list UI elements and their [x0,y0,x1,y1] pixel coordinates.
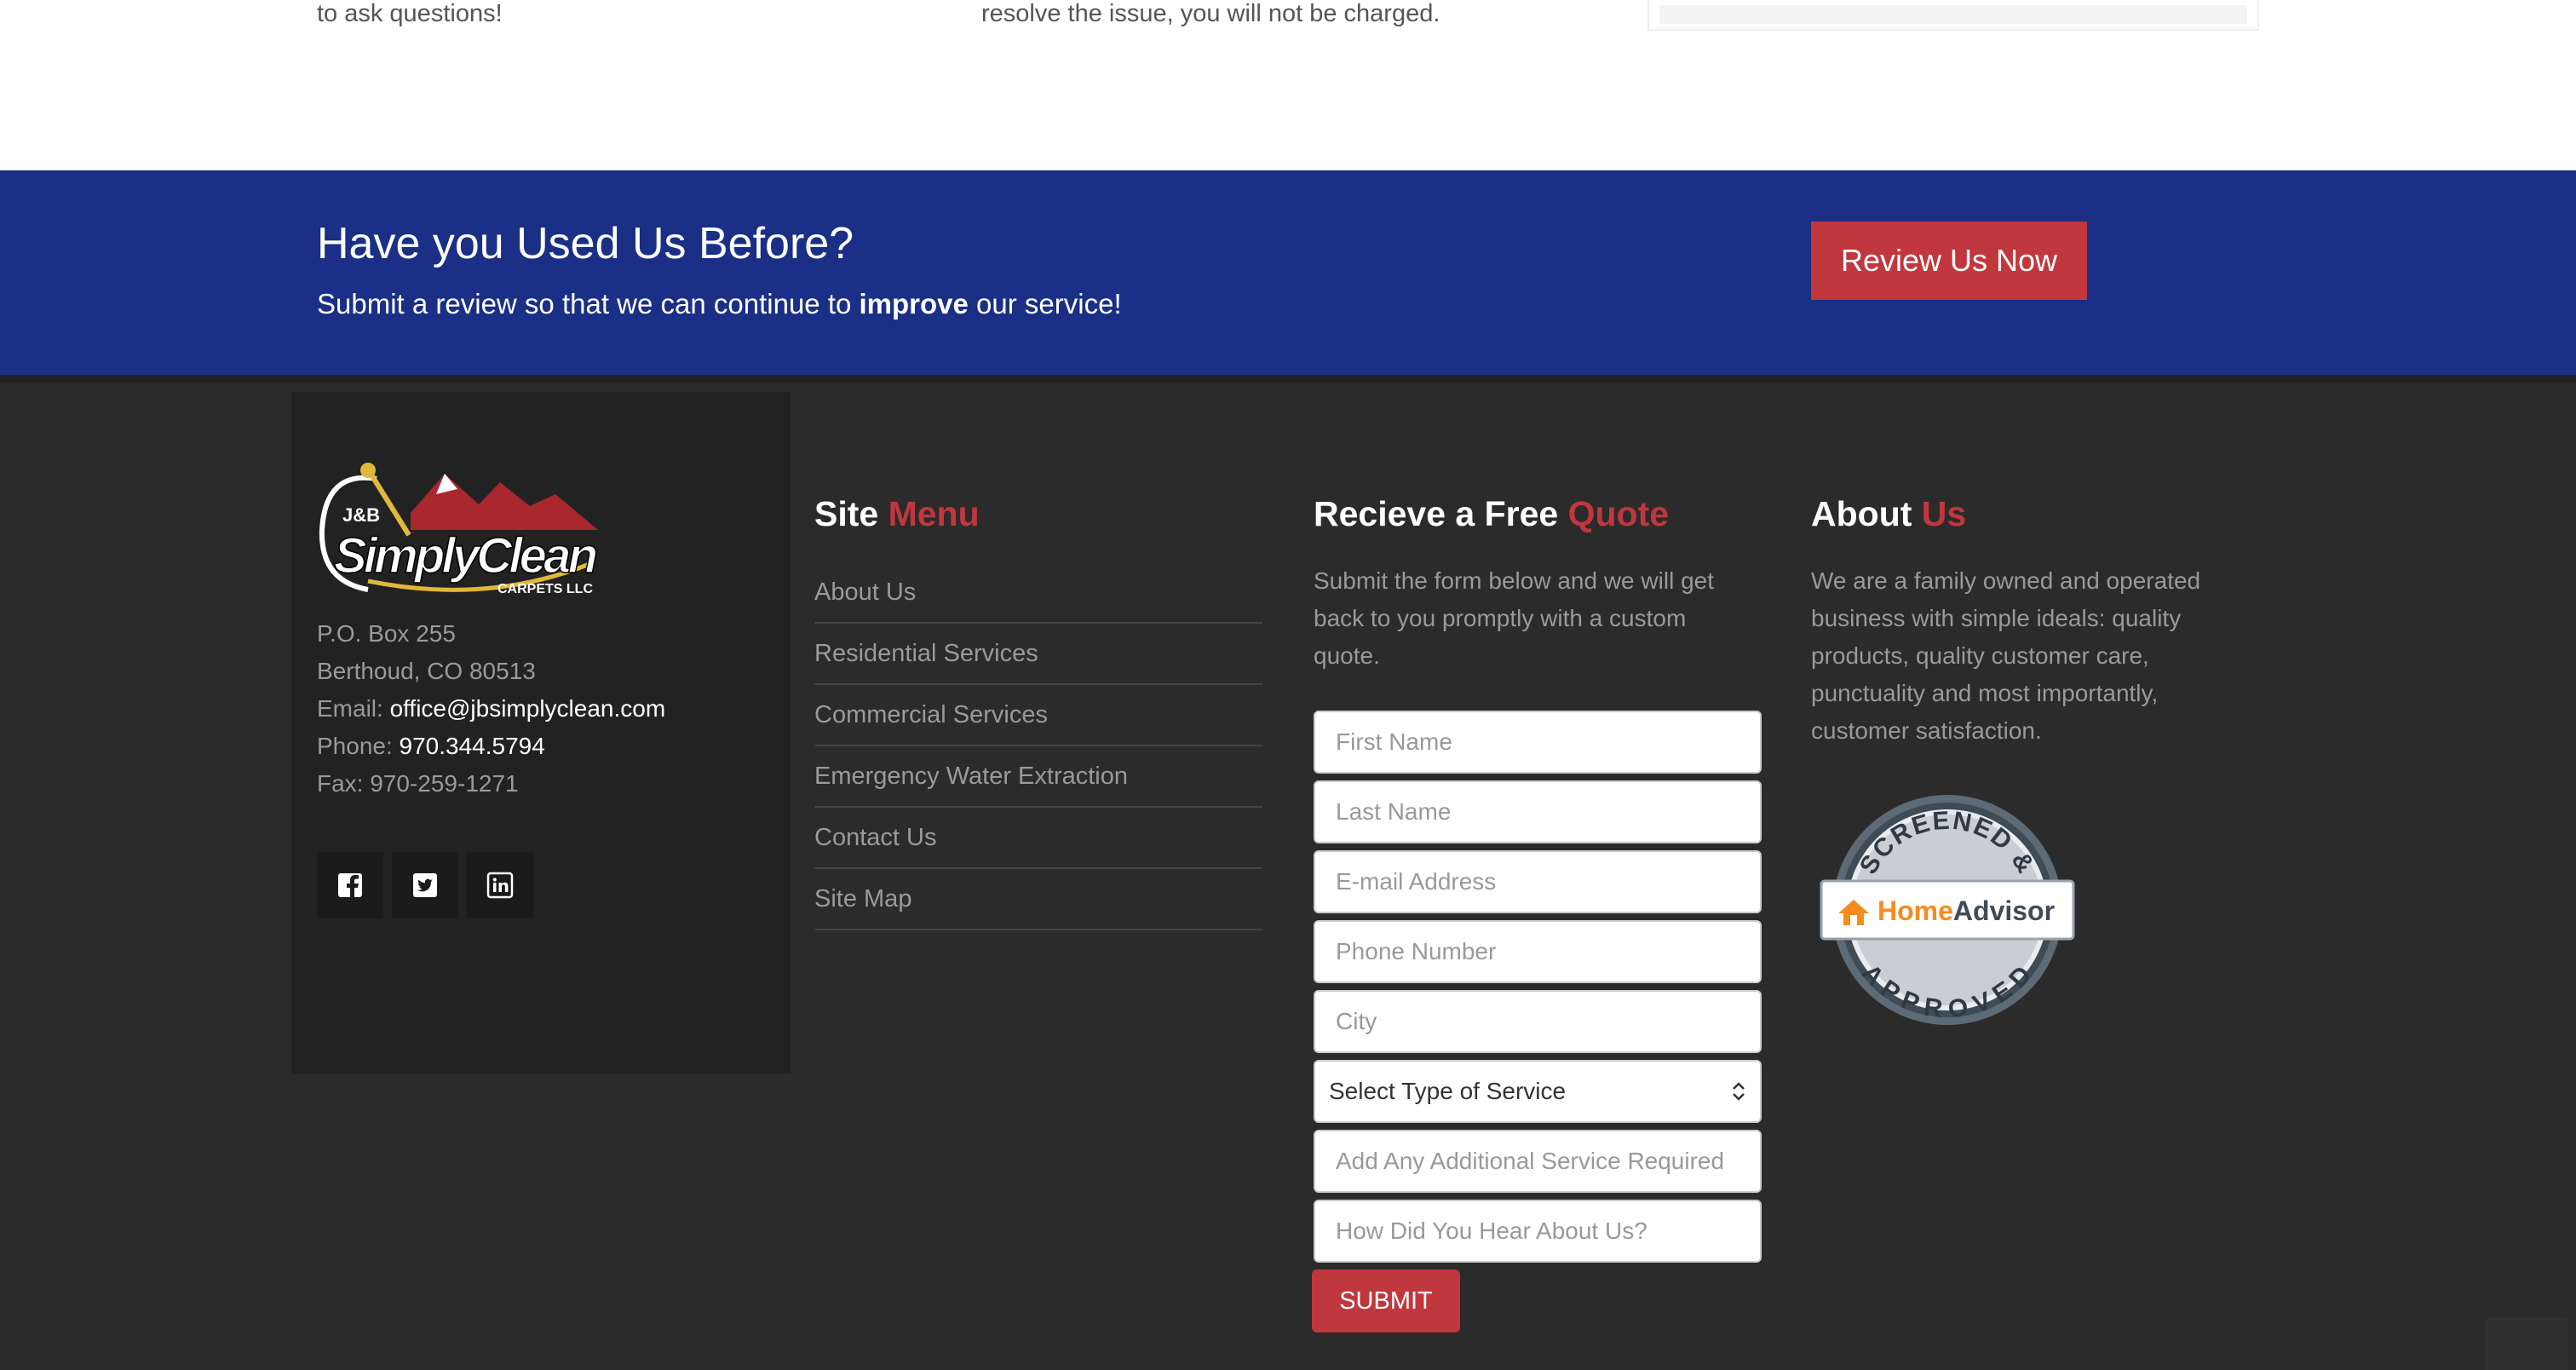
menu-item-contact-us[interactable]: Contact Us [814,808,1262,869]
company-info-column: J&B SimplyClean CARPETS LLC P.O. Box 255… [291,392,791,1074]
review-us-now-button[interactable]: Review Us Now [1811,222,2087,300]
homeadvisor-badge[interactable]: SCREENED & APPROVED HomeAdvisor [1820,791,2075,1029]
content-card [1647,0,2259,31]
banner-title: Have you Used Us Before? [317,219,854,268]
site-menu: About Us Residential Services Commercial… [814,562,1262,930]
menu-item-about-us[interactable]: About Us [814,562,1262,624]
quote-title: Recieve a Free Quote [1314,494,1670,533]
quote-description: Submit the form below and we will get ba… [1314,567,1714,669]
address-line-2: Berthoud, CO 80513 [317,658,536,684]
guarantee-text-left: to ask questions! [317,0,503,27]
social-links [317,852,533,918]
facebook-icon [338,873,362,897]
guarantee-text-mid: resolve the issue, you will not be charg… [981,0,1440,27]
menu-item-emergency-water-extraction[interactable]: Emergency Water Extraction [814,746,1262,808]
svg-text:CARPETS LLC: CARPETS LLC [497,582,593,596]
fax-row: Fax: 970-259-1271 [317,770,519,797]
twitter-icon [413,873,437,897]
site-menu-title: Site Menu [814,494,980,533]
email-input[interactable]: E-mail Address [1314,850,1762,913]
chevron-up-down-icon [1733,1082,1745,1101]
linkedin-icon [486,872,514,899]
menu-item-residential-services[interactable]: Residential Services [814,624,1262,685]
menu-item-commercial-services[interactable]: Commercial Services [814,685,1262,746]
svg-text:J&B: J&B [342,504,380,526]
facebook-link[interactable] [317,852,383,918]
quote-form: First Name Last Name E-mail Address Phon… [1312,711,1762,1333]
first-name-input[interactable]: First Name [1314,711,1762,774]
submit-button[interactable]: SUBMIT [1312,1269,1460,1333]
email-row: Email: office@jbsimplyclean.com [317,695,666,722]
phone-input[interactable]: Phone Number [1314,920,1762,983]
phone-row: Phone: 970.344.5794 [317,733,545,759]
previous-section: to ask questions! resolve the issue, you… [0,0,2576,170]
banner-subtitle: Submit a review so that we can continue … [317,288,1122,319]
svg-text:SimplyClean: SimplyClean [334,528,598,584]
linkedin-link[interactable] [467,852,533,918]
phone-link[interactable]: 970.344.5794 [400,733,545,759]
back-to-top-button[interactable] [2486,1317,2567,1370]
last-name-input[interactable]: Last Name [1314,780,1762,843]
menu-item-site-map[interactable]: Site Map [814,869,1262,930]
email-link[interactable]: office@jbsimplyclean.com [390,695,666,722]
twitter-link[interactable] [392,852,458,918]
footer: J&B SimplyClean CARPETS LLC P.O. Box 255… [0,375,2576,1370]
svg-text:HomeAdvisor: HomeAdvisor [1877,895,2055,926]
service-type-select[interactable]: Select Type of Service [1314,1060,1762,1123]
about-title: About Us [1811,494,1967,533]
service-type-selected-value: Select Type of Service [1329,1078,1567,1104]
review-banner: Have you Used Us Before? Submit a review… [0,170,2576,375]
heard-about-us-input[interactable]: How Did You Hear About Us? [1314,1200,1762,1263]
additional-service-input[interactable]: Add Any Additional Service Required [1314,1130,1762,1193]
city-input[interactable]: City [1314,990,1762,1053]
about-description: We are a family owned and operated busin… [1811,567,2201,744]
address-line-1: P.O. Box 255 [317,620,456,647]
jb-simplyclean-logo[interactable]: J&B SimplyClean CARPETS LLC [317,453,607,600]
contact-details: P.O. Box 255 Berthoud, CO 80513 Email: o… [317,615,665,803]
